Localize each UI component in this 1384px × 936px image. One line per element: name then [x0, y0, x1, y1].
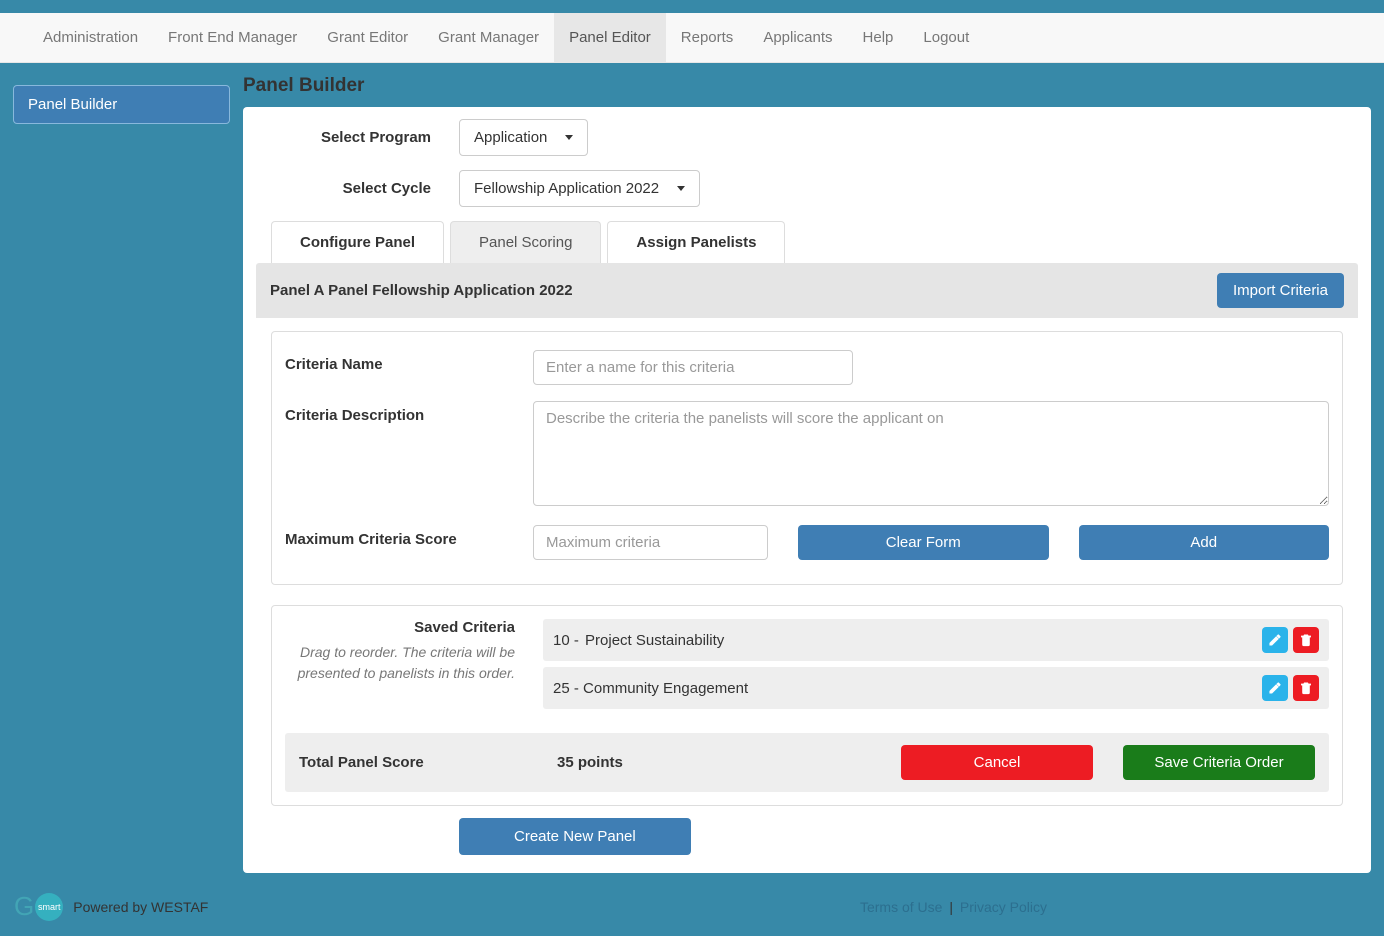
- saved-criteria-title: Saved Criteria: [285, 619, 515, 636]
- privacy-policy-link[interactable]: Privacy Policy: [960, 899, 1047, 915]
- tab-configure-panel[interactable]: Configure Panel: [271, 221, 444, 263]
- edit-icon[interactable]: [1262, 675, 1288, 701]
- edit-icon[interactable]: [1262, 627, 1288, 653]
- import-criteria-button[interactable]: Import Criteria: [1217, 273, 1344, 308]
- saved-criteria-row[interactable]: 25 - Community Engagement: [543, 667, 1329, 709]
- trash-icon[interactable]: [1293, 675, 1319, 701]
- criteria-description-label: Criteria Description: [285, 401, 533, 509]
- sidebar-item-panel-builder[interactable]: Panel Builder: [13, 85, 230, 124]
- sidebar: Panel Builder: [0, 63, 243, 885]
- criteria-description-input[interactable]: [533, 401, 1329, 506]
- nav-help[interactable]: Help: [848, 13, 909, 62]
- select-program-value: Application: [474, 129, 547, 146]
- panel-header-title: Panel A Panel Fellowship Application 202…: [270, 282, 573, 299]
- total-row: Total Panel Score 35 points Cancel Save …: [285, 733, 1329, 792]
- nav-reports[interactable]: Reports: [666, 13, 749, 62]
- saved-criteria-hint: Drag to reorder. The criteria will be pr…: [285, 642, 515, 684]
- save-criteria-order-button[interactable]: Save Criteria Order: [1123, 745, 1315, 780]
- add-button[interactable]: Add: [1079, 525, 1330, 560]
- tab-panel-scoring[interactable]: Panel Scoring: [450, 221, 601, 263]
- select-cycle-label: Select Cycle: [271, 180, 459, 197]
- max-score-input[interactable]: [533, 525, 768, 560]
- nav-applicants[interactable]: Applicants: [748, 13, 847, 62]
- criteria-name-label: Criteria Name: [285, 350, 533, 385]
- criteria-form: Criteria Name Criteria Description Maxim…: [271, 331, 1343, 585]
- clear-form-button[interactable]: Clear Form: [798, 525, 1049, 560]
- saved-criteria-row[interactable]: 10 - Project Sustainability: [543, 619, 1329, 661]
- select-cycle-dropdown[interactable]: Fellowship Application 2022: [459, 170, 700, 207]
- logo-g-icon: G: [14, 891, 34, 922]
- select-program-label: Select Program: [271, 129, 459, 146]
- saved-criteria-text: 25 - Community Engagement: [553, 680, 1257, 697]
- chevron-down-icon: [565, 135, 573, 140]
- nav-panel-editor[interactable]: Panel Editor: [554, 13, 666, 62]
- nav-administration[interactable]: Administration: [28, 13, 153, 62]
- max-score-label: Maximum Criteria Score: [285, 525, 533, 560]
- trash-icon[interactable]: [1293, 627, 1319, 653]
- saved-criteria-card: Saved Criteria Drag to reorder. The crit…: [271, 605, 1343, 806]
- page-title: Panel Builder: [243, 63, 1371, 107]
- select-program-dropdown[interactable]: Application: [459, 119, 588, 156]
- terms-of-use-link[interactable]: Terms of Use: [860, 899, 942, 915]
- select-cycle-value: Fellowship Application 2022: [474, 180, 659, 197]
- top-strip: [0, 0, 1384, 13]
- criteria-name-input[interactable]: [533, 350, 853, 385]
- nav-front-end-manager[interactable]: Front End Manager: [153, 13, 312, 62]
- nav-grant-editor[interactable]: Grant Editor: [312, 13, 423, 62]
- chevron-down-icon: [677, 186, 685, 191]
- logo: G smart: [14, 891, 63, 922]
- tab-assign-panelists[interactable]: Assign Panelists: [607, 221, 785, 263]
- create-new-panel-button[interactable]: Create New Panel: [459, 818, 691, 855]
- nav-logout[interactable]: Logout: [908, 13, 984, 62]
- nav-bar: Administration Front End Manager Grant E…: [0, 13, 1384, 63]
- cancel-button[interactable]: Cancel: [901, 745, 1093, 780]
- total-label: Total Panel Score: [299, 754, 557, 771]
- panel-card: Select Program Application Select Cycle …: [243, 107, 1371, 873]
- tabs: Configure Panel Panel Scoring Assign Pan…: [271, 221, 1343, 263]
- powered-by-text: Powered by WESTAF: [73, 899, 208, 915]
- saved-criteria-text: 10 - Project Sustainability: [553, 632, 1257, 649]
- panel-header: Panel A Panel Fellowship Application 202…: [256, 263, 1358, 318]
- total-value: 35 points: [557, 754, 901, 771]
- nav-grant-manager[interactable]: Grant Manager: [423, 13, 554, 62]
- footer: G smart Powered by WESTAF Terms of Use |…: [0, 885, 1384, 936]
